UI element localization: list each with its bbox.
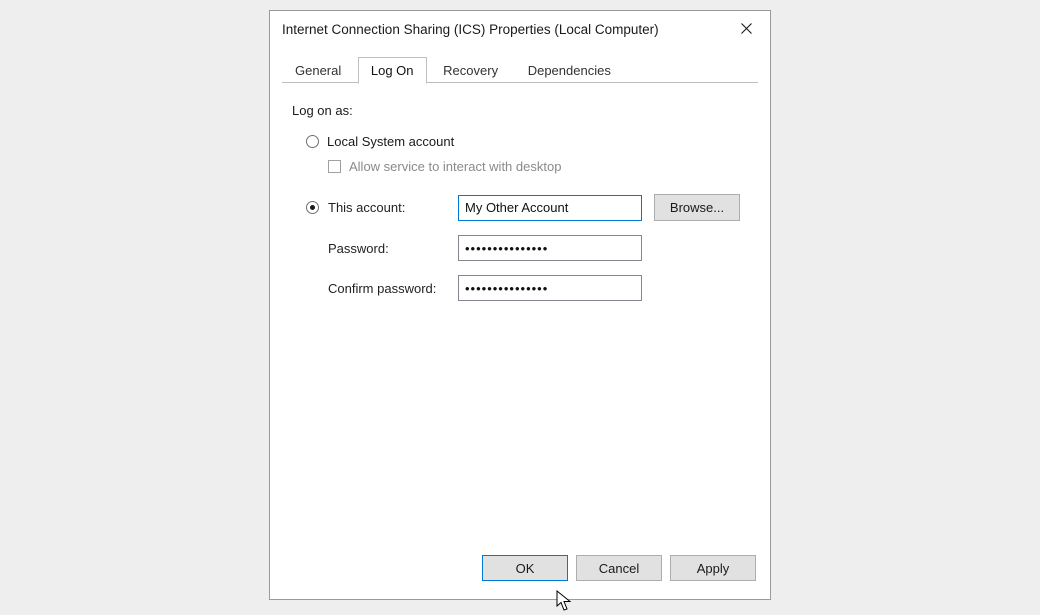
password-row: Password: — [306, 235, 748, 261]
tab-dependencies[interactable]: Dependencies — [515, 57, 624, 83]
password-input[interactable] — [458, 235, 642, 261]
apply-button[interactable]: Apply — [670, 555, 756, 581]
confirm-password-input[interactable] — [458, 275, 642, 301]
tab-recovery[interactable]: Recovery — [430, 57, 511, 83]
logon-options-group: Local System account Allow service to in… — [292, 134, 748, 301]
dialog-title: Internet Connection Sharing (ICS) Proper… — [282, 22, 659, 37]
radio-this-account-row[interactable]: This account: Browse... — [306, 194, 748, 221]
page-background: Internet Connection Sharing (ICS) Proper… — [0, 0, 1040, 610]
radio-this-account[interactable] — [306, 201, 319, 214]
tab-panel-logon: Log on as: Local System account Allow se… — [270, 83, 770, 549]
radio-local-system-row[interactable]: Local System account — [306, 134, 748, 149]
ok-button[interactable]: OK — [482, 555, 568, 581]
checkbox-allow-interact-row: Allow service to interact with desktop — [328, 159, 748, 174]
tab-general[interactable]: General — [282, 57, 354, 83]
cancel-button[interactable]: Cancel — [576, 555, 662, 581]
account-name-input[interactable] — [458, 195, 642, 221]
password-label: Password: — [328, 241, 458, 256]
dialog-footer: OK Cancel Apply — [270, 549, 770, 599]
confirm-password-label: Confirm password: — [328, 281, 458, 296]
logon-heading: Log on as: — [292, 103, 748, 118]
titlebar: Internet Connection Sharing (ICS) Proper… — [270, 11, 770, 47]
tab-row: General Log On Recovery Dependencies — [282, 57, 758, 83]
radio-local-system-label: Local System account — [327, 134, 454, 149]
tab-logon[interactable]: Log On — [358, 57, 427, 84]
confirm-password-row: Confirm password: — [306, 275, 748, 301]
close-icon — [741, 22, 752, 36]
browse-button[interactable]: Browse... — [654, 194, 740, 221]
close-button[interactable] — [724, 14, 768, 44]
properties-dialog: Internet Connection Sharing (ICS) Proper… — [269, 10, 771, 600]
checkbox-allow-interact-label: Allow service to interact with desktop — [349, 159, 561, 174]
radio-local-system[interactable] — [306, 135, 319, 148]
radio-this-account-label: This account: — [328, 200, 458, 215]
checkbox-allow-interact — [328, 160, 341, 173]
